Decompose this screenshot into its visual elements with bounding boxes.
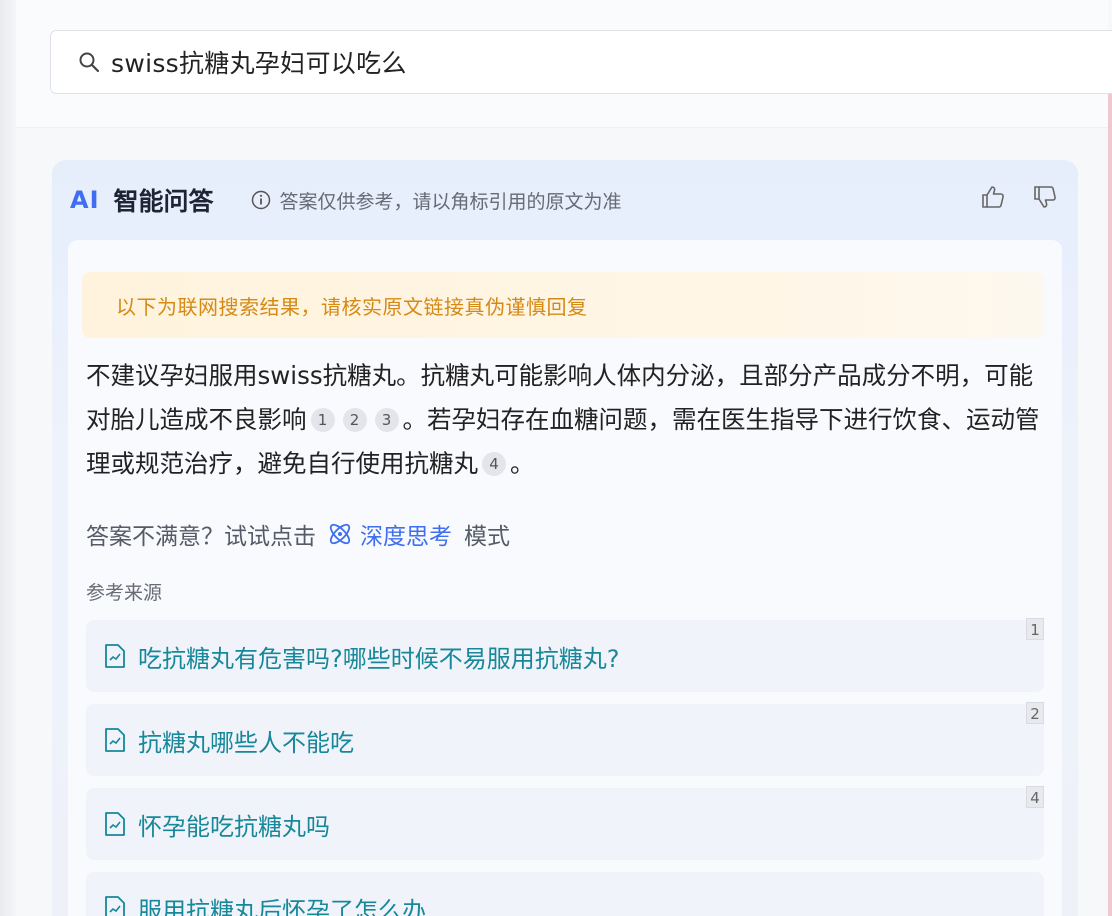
deep-think-prompt: 答案不满意？试试点击 深度思考 模式 [86,516,510,552]
document-icon [104,643,128,669]
ai-answer-card: AI 智能问答 答案仅供参考，请以角标引用的原文为准 以下为联网搜索结果，请核实… [52,160,1078,916]
deep-think-suffix: 模式 [464,524,510,550]
reference-number: 1 [1026,618,1044,640]
reference-item[interactable]: 抗糖丸哪些人不能吃 2 [86,702,1044,776]
reference-item[interactable]: 吃抗糖丸有危害吗?哪些时候不易服用抗糖丸? 1 [86,618,1044,692]
deep-think-prefix: 答案不满意？试试点击 [86,524,316,550]
deep-think-label[interactable]: 深度思考 [360,517,452,551]
ai-answer-header: AI 智能问答 答案仅供参考，请以角标引用的原文为准 [52,160,1078,240]
reference-item[interactable]: 服用抗糖丸后怀孕了怎么办 [86,872,1044,916]
citation-badge[interactable]: 4 [482,452,506,476]
ai-title: 智能问答 [113,187,214,216]
reference-title[interactable]: 服用抗糖丸后怀孕了怎么办 [138,891,426,916]
ai-answer-body: 以下为联网搜索结果，请核实原文链接真伪谨慎回复 不建议孕妇服用swiss抗糖丸。… [68,240,1062,916]
answer-part-3: 。 [510,449,535,478]
reference-number: 4 [1026,786,1044,808]
reference-title[interactable]: 抗糖丸哪些人不能吃 [138,723,354,758]
citation-badge[interactable]: 1 [310,408,335,432]
thumbs-down-icon[interactable] [1030,182,1060,212]
atom-icon [326,520,354,548]
search-input[interactable]: swiss抗糖丸孕妇可以吃么 [50,30,1112,94]
document-icon [104,895,128,916]
search-area: swiss抗糖丸孕妇可以吃么 [16,0,1112,128]
document-icon [104,727,128,753]
citation-badge[interactable]: 2 [342,408,367,432]
citation-badge[interactable]: 3 [374,408,399,432]
answer-text: 不建议孕妇服用swiss抗糖丸。抗糖丸可能影响人体内分泌，且部分产品成分不明，可… [86,354,1056,486]
info-icon [250,189,272,211]
warning-banner: 以下为联网搜索结果，请核实原文链接真伪谨慎回复 [82,272,1044,338]
deep-think-link[interactable]: 深度思考 [326,517,452,551]
document-icon [104,811,128,837]
reference-title[interactable]: 吃抗糖丸有危害吗?哪些时候不易服用抗糖丸? [138,639,619,674]
ai-logo: AI [70,186,100,214]
reference-title[interactable]: 怀孕能吃抗糖丸吗 [138,807,330,842]
warning-text: 以下为联网搜索结果，请核实原文链接真伪谨慎回复 [116,294,588,319]
thumbs-up-icon[interactable] [978,182,1008,212]
search-query[interactable]: swiss抗糖丸孕妇可以吃么 [111,44,407,80]
references-title: 参考来源 [86,582,163,604]
left-panel-edge [0,0,16,916]
ai-disclaimer: 答案仅供参考，请以角标引用的原文为准 [279,190,622,213]
reference-item[interactable]: 怀孕能吃抗糖丸吗 4 [86,786,1044,860]
right-panel-edge [1108,30,1112,916]
reference-number: 2 [1026,702,1044,724]
search-icon[interactable] [77,50,101,74]
